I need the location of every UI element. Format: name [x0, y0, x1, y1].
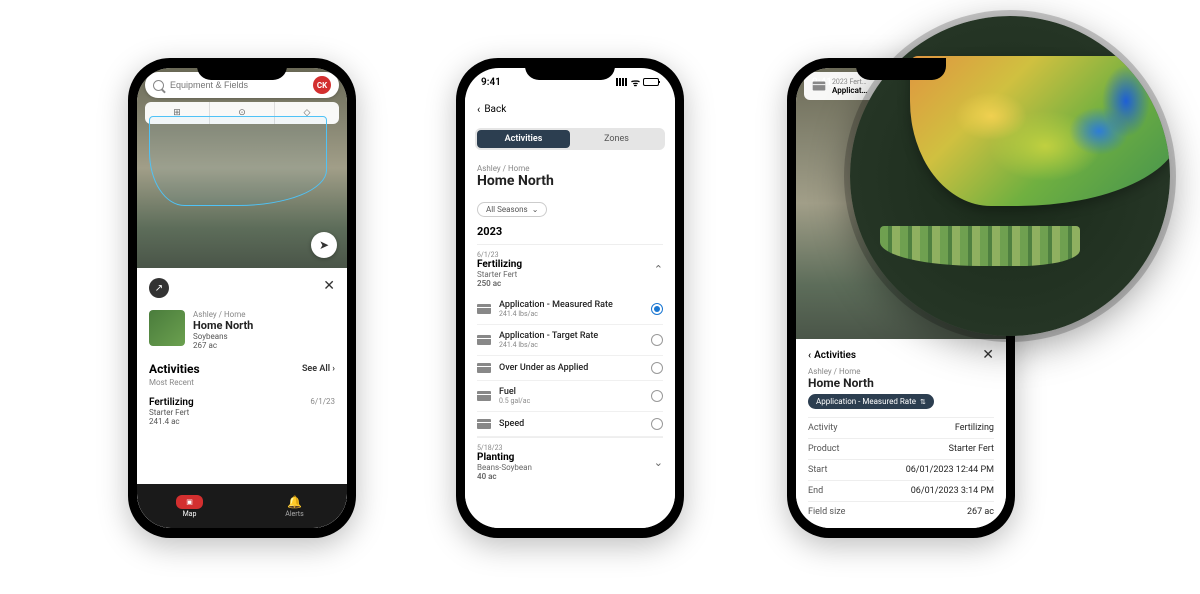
year-heading: 2023: [477, 225, 663, 238]
tab-zones[interactable]: Zones: [570, 130, 663, 148]
search-input[interactable]: [170, 80, 307, 90]
layer-icon: [477, 391, 491, 401]
activities-heading: Activities: [149, 362, 200, 376]
field-thumbnail: [149, 310, 185, 346]
chevron-updown-icon: ⇅: [920, 398, 926, 406]
status-time: 9:41: [481, 77, 501, 88]
row-end-val: 06/01/2023 3:14 PM: [911, 486, 994, 496]
battery-icon: [643, 78, 659, 86]
back-button[interactable]: ‹Back: [465, 96, 675, 122]
map-view[interactable]: 9:41 ᯤ CK ⊞ ⊙ ◇ ➤: [137, 68, 347, 268]
radio[interactable]: [651, 334, 663, 346]
group-product: Beans-Soybean: [477, 463, 532, 472]
phone-activities-view: 9:41 ᯤ ‹Back Activities Zones Ashley / H…: [456, 58, 684, 538]
activities-back[interactable]: ‹Activities: [808, 350, 856, 361]
activity-group-fertilizing[interactable]: 6/1/23 Fertilizing Starter Fert 250 ac ⌃: [477, 244, 663, 294]
group-date: 6/1/23: [477, 251, 522, 259]
layer-icon: [477, 304, 491, 314]
group-product: Starter Fert: [477, 270, 522, 279]
row-end-key: End: [808, 486, 823, 496]
group-area: 250 ac: [477, 279, 522, 288]
field-name: Home North: [808, 376, 994, 390]
layer-option-target-rate[interactable]: Application - Target Rate241.4 lbs/ac: [477, 325, 663, 356]
close-button[interactable]: ✕: [982, 347, 994, 363]
chevron-down-icon: ⌄: [532, 205, 539, 214]
season-filter[interactable]: All Seasons⌄: [477, 202, 547, 217]
group-area: 40 ac: [477, 472, 532, 481]
radio[interactable]: [651, 390, 663, 402]
bottom-nav: ▣Map 🔔Alerts: [137, 484, 347, 528]
nav-alerts[interactable]: 🔔Alerts: [242, 495, 347, 518]
heatmap-visual: [910, 56, 1170, 206]
share-button[interactable]: ↗: [149, 278, 169, 298]
row-product-val: Starter Fert: [949, 444, 994, 454]
radio[interactable]: [651, 362, 663, 374]
most-recent-label: Most Recent: [149, 378, 335, 387]
field-name: Home North: [477, 173, 663, 189]
layer-icon: [477, 363, 491, 373]
notch: [856, 58, 946, 80]
layer-option-measured-rate[interactable]: Application - Measured Rate241.4 lbs/ac: [477, 294, 663, 325]
field-name: Home North: [193, 319, 253, 332]
chevron-up-icon: ⌃: [654, 263, 663, 276]
map-icon: ▣: [176, 495, 203, 509]
group-date: 5/18/23: [477, 444, 532, 452]
tab-activities[interactable]: Activities: [477, 130, 570, 148]
detail-card: ‹Activities ✕ Ashley / Home Home North A…: [796, 339, 1006, 528]
row-product-key: Product: [808, 444, 839, 454]
breadcrumb: Ashley / Home: [808, 367, 994, 376]
chevron-left-icon: ‹: [477, 103, 480, 116]
locate-button[interactable]: ➤: [311, 232, 337, 258]
layer-option-fuel[interactable]: Fuel0.5 gal/ac: [477, 381, 663, 412]
row-start-key: Start: [808, 465, 827, 475]
layer-option-over-under[interactable]: Over Under as Applied: [477, 356, 663, 381]
group-title: Planting: [477, 452, 532, 463]
search-icon: [153, 80, 164, 91]
layer-icon: [477, 419, 491, 429]
see-all-link[interactable]: See All ›: [302, 364, 335, 374]
user-avatar[interactable]: CK: [313, 76, 331, 94]
close-button[interactable]: ✕: [323, 278, 335, 294]
bell-icon: 🔔: [287, 495, 302, 509]
field-boundary[interactable]: [149, 116, 327, 206]
row-size-key: Field size: [808, 507, 845, 517]
radio-selected[interactable]: [651, 303, 663, 315]
layer-option-speed[interactable]: Speed: [477, 412, 663, 437]
row-start-val: 06/01/2023 12:44 PM: [906, 465, 994, 475]
activity-group-planting[interactable]: 5/18/23 Planting Beans-Soybean 40 ac ⌄: [477, 437, 663, 487]
activity-date: 6/1/23: [310, 397, 335, 408]
nav-map[interactable]: ▣Map: [137, 495, 242, 518]
header-title: Applicat…: [832, 86, 867, 95]
layer-icon: [813, 82, 826, 91]
notch: [525, 58, 615, 80]
area-label: 267 ac: [193, 341, 253, 350]
crop-label: Soybeans: [193, 332, 253, 341]
signal-icon: [616, 78, 628, 86]
layer-chip[interactable]: Application - Measured Rate⇅: [808, 394, 934, 409]
radio[interactable]: [651, 418, 663, 430]
activity-amount: 241.4 ac: [149, 417, 335, 426]
row-size-val: 267 ac: [967, 507, 994, 517]
field-coverage-strip: [880, 226, 1080, 266]
wifi-icon: ᯤ: [631, 75, 640, 89]
chevron-down-icon: ⌄: [654, 456, 663, 469]
tab-switcher: Activities Zones: [475, 128, 665, 150]
phone-map-view: 9:41 ᯤ CK ⊞ ⊙ ◇ ➤ ↗ ✕: [128, 58, 356, 538]
location-arrow-icon: ➤: [319, 238, 329, 252]
notch: [197, 58, 287, 80]
header-subtitle: 2023 Fert…: [832, 78, 867, 86]
row-activity-val: Fertilizing: [955, 423, 994, 433]
row-activity-key: Activity: [808, 423, 837, 433]
group-title: Fertilizing: [477, 259, 522, 270]
activity-product: Starter Fert: [149, 408, 335, 417]
activity-name: Fertilizing: [149, 397, 194, 408]
chevron-left-icon: ‹: [808, 350, 811, 361]
breadcrumb: Ashley / Home: [477, 164, 663, 173]
breadcrumb: Ashley / Home: [193, 310, 253, 319]
layer-icon: [477, 335, 491, 345]
